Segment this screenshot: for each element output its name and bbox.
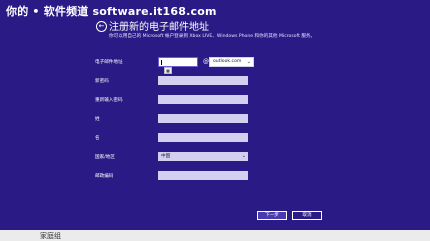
zip-label: 邮政编码 (95, 174, 114, 179)
chevron-down-icon: ⌄ (246, 59, 251, 65)
country-row: 国家/地区 中国 ⌄ (95, 152, 255, 162)
password-row: 新密码 (95, 76, 255, 86)
text-caret (161, 60, 162, 65)
country-value: 中国 (161, 154, 171, 159)
taskbar: 家庭组 (0, 230, 430, 241)
first-name-field[interactable] (158, 133, 248, 142)
intro-text: 你可以用自己的 Microsoft 帐户登录到 Xbox LIVE、Window… (109, 34, 316, 39)
cancel-button[interactable]: 取消 (292, 211, 322, 220)
page-title: 注册新的电子邮件地址 (109, 22, 209, 33)
back-arrow-icon[interactable]: ← (96, 21, 107, 32)
domain-value: outlook.com (213, 59, 242, 64)
password-field[interactable] (158, 76, 248, 85)
last-name-label: 姓 (95, 117, 100, 122)
confirm-password-row: 重新输入密码 (95, 95, 255, 105)
zip-row: 邮政编码 (95, 171, 255, 181)
last-name-field[interactable] (158, 114, 248, 123)
first-name-label: 名 (95, 136, 100, 141)
chevron-down-icon: ⌄ (241, 153, 246, 159)
email-label: 电子邮件地址 (95, 60, 123, 65)
password-label: 新密码 (95, 79, 109, 84)
email-field[interactable] (158, 57, 198, 67)
email-row: 电子邮件地址 @ outlook.com ⌄ (95, 57, 265, 67)
confirm-password-label: 重新输入密码 (95, 98, 123, 103)
last-name-row: 姓 (95, 114, 255, 124)
domain-dropdown[interactable]: outlook.com ⌄ (209, 57, 254, 67)
signup-panel: ← 注册新的电子邮件地址 你可以用自己的 Microsoft 帐户登录到 Xbo… (0, 0, 430, 230)
country-label: 国家/地区 (95, 155, 115, 160)
taskbar-label: 家庭组 (40, 232, 61, 240)
zip-field[interactable] (158, 171, 248, 180)
confirm-password-field[interactable] (158, 95, 248, 104)
suggestion-icon[interactable]: ▦ (164, 67, 172, 74)
country-dropdown[interactable]: 中国 ⌄ (158, 152, 248, 161)
first-name-row: 名 (95, 133, 255, 143)
next-button[interactable]: 下一步 (257, 211, 287, 220)
